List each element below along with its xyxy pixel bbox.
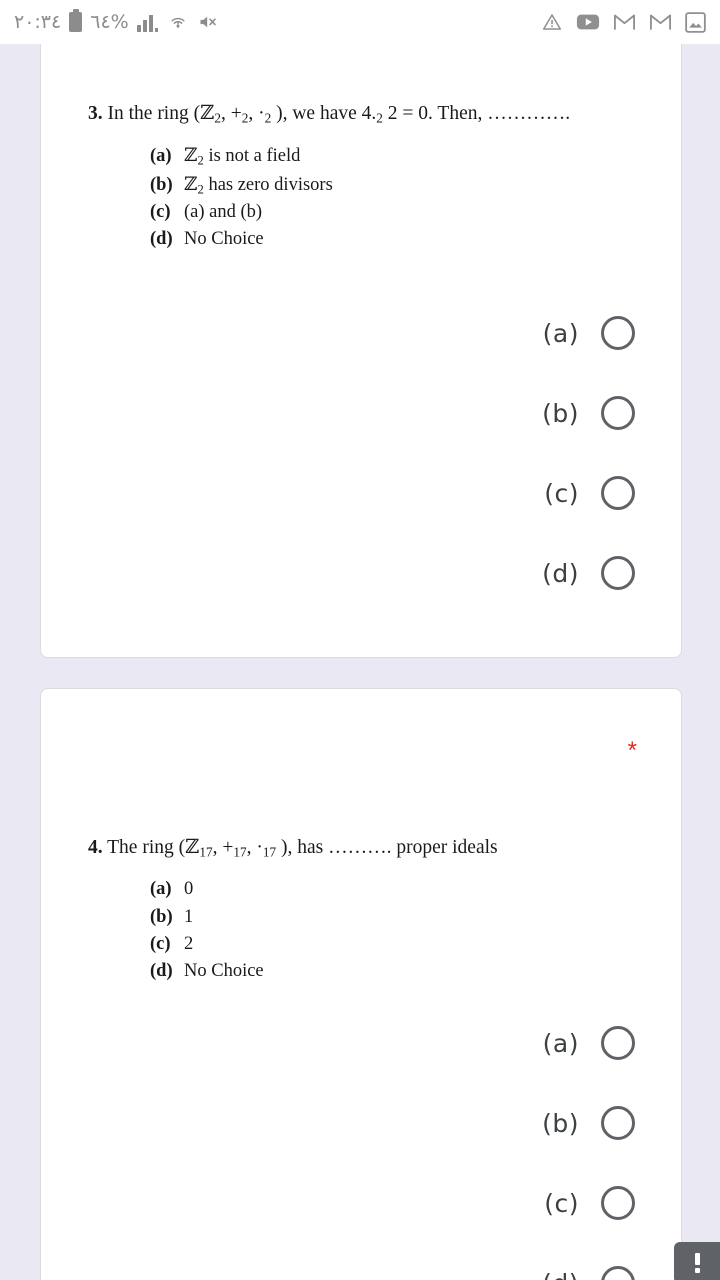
integers-symbol: ℤ [185, 835, 200, 858]
radio-button[interactable] [601, 1266, 635, 1280]
feedback-callout-button[interactable] [674, 1242, 720, 1280]
option-line: (b) 1 [150, 904, 498, 931]
radio-option-c[interactable]: (c) [515, 1163, 635, 1243]
question-options-list: (a) 0 (b) 1 (c) 2 (d) No Choice [150, 876, 498, 985]
radio-label: (c) [544, 478, 579, 508]
clock-text: ٢٠:٣٤ [14, 11, 62, 33]
status-bar: ٢٠:٣٤ %٦٤ [0, 0, 720, 44]
question-card: 3. In the ring (ℤ2, +2, ·2 ), we have 4.… [40, 44, 682, 658]
gmail-icon [613, 12, 636, 32]
option-label: (a) [150, 879, 172, 900]
signal-bars-icon [136, 12, 159, 32]
option-label: (b) [150, 906, 173, 927]
option-text: (a) and (b) [184, 201, 263, 222]
question-title: 3. In the ring (ℤ2, +2, ·2 ), we have 4.… [88, 101, 571, 126]
radio-option-d[interactable]: (d) [515, 533, 635, 613]
radio-label: (c) [544, 1188, 579, 1218]
wifi-icon [167, 12, 189, 32]
radio-option-b[interactable]: (b) [515, 1083, 635, 1163]
option-text: 0 [184, 879, 194, 900]
option-line: (c) 2 [150, 931, 498, 958]
option-text: 2 [184, 933, 194, 954]
question-number: 4. [88, 837, 103, 858]
integers-symbol: ℤ [184, 145, 198, 167]
option-line: (c) (a) and (b) [150, 199, 570, 226]
option-text: is not a field [203, 146, 301, 167]
option-text: No Choice [184, 228, 264, 249]
radio-button[interactable] [601, 1186, 635, 1220]
question-card: * 4. The ring (ℤ17, +17, ·17 ), has ……….… [40, 688, 682, 1280]
photo-icon [685, 11, 706, 33]
status-bar-right [541, 11, 706, 33]
radio-option-a[interactable]: (a) [515, 293, 635, 373]
option-text: 1 [184, 906, 194, 927]
radio-label: (d) [542, 558, 579, 588]
radio-button[interactable] [601, 1106, 635, 1140]
gmail-icon [649, 12, 672, 32]
integers-symbol: ℤ [184, 173, 198, 195]
radio-label: (b) [542, 398, 579, 428]
option-line: (a) ℤ2 is not a field [150, 142, 570, 170]
radio-option-a[interactable]: (a) [515, 1003, 635, 1083]
option-line: (d) No Choice [150, 958, 498, 985]
question-image-4: 4. The ring (ℤ17, +17, ·17 ), has ………. p… [88, 835, 498, 985]
radio-label: (b) [542, 1108, 579, 1138]
radio-label: (a) [542, 1028, 579, 1058]
option-line: (a) 0 [150, 876, 498, 903]
question-image-3: 3. In the ring (ℤ2, +2, ·2 ), we have 4.… [88, 101, 570, 253]
youtube-icon [576, 12, 600, 32]
option-line: (d) No Choice [150, 226, 570, 253]
battery-icon [69, 9, 83, 32]
answer-radio-group[interactable]: (a) (b) (c) (d) [515, 293, 635, 613]
radio-button[interactable] [601, 476, 635, 510]
option-label: (d) [150, 228, 173, 249]
option-label: (d) [150, 960, 173, 981]
option-label: (b) [150, 174, 173, 195]
option-text: No Choice [184, 960, 264, 981]
radio-label: (a) [542, 318, 579, 348]
mute-icon [197, 12, 219, 32]
radio-button[interactable] [601, 396, 635, 430]
radio-button[interactable] [601, 316, 635, 350]
option-text: has zero divisors [203, 174, 333, 195]
warning-triangle-icon [541, 12, 563, 32]
radio-button[interactable] [601, 1026, 635, 1060]
radio-option-d[interactable]: (d) [515, 1243, 635, 1280]
option-label: (c) [150, 933, 171, 954]
battery-percent-text: %٦٤ [90, 11, 129, 33]
integers-symbol: ℤ [200, 101, 215, 124]
required-asterisk: * [627, 737, 637, 764]
option-line: (b) ℤ2 has zero divisors [150, 171, 570, 199]
radio-label: (d) [542, 1269, 579, 1280]
form-scroll-area[interactable]: 3. In the ring (ℤ2, +2, ·2 ), we have 4.… [0, 44, 720, 1280]
question-options-list: (a) ℤ2 is not a field (b) ℤ2 has zero divi… [150, 142, 570, 253]
exclamation-callout-icon [694, 1253, 700, 1273]
radio-option-b[interactable]: (b) [515, 373, 635, 453]
answer-radio-group[interactable]: (a) (b) (c) (d) [515, 1003, 635, 1280]
radio-option-c[interactable]: (c) [515, 453, 635, 533]
question-number: 3. [88, 103, 103, 124]
radio-button[interactable] [601, 556, 635, 590]
option-label: (a) [150, 146, 172, 167]
option-label: (c) [150, 201, 171, 222]
status-bar-left: ٢٠:٣٤ %٦٤ [14, 9, 219, 33]
question-title: 4. The ring (ℤ17, +17, ·17 ), has ………. p… [88, 835, 498, 860]
